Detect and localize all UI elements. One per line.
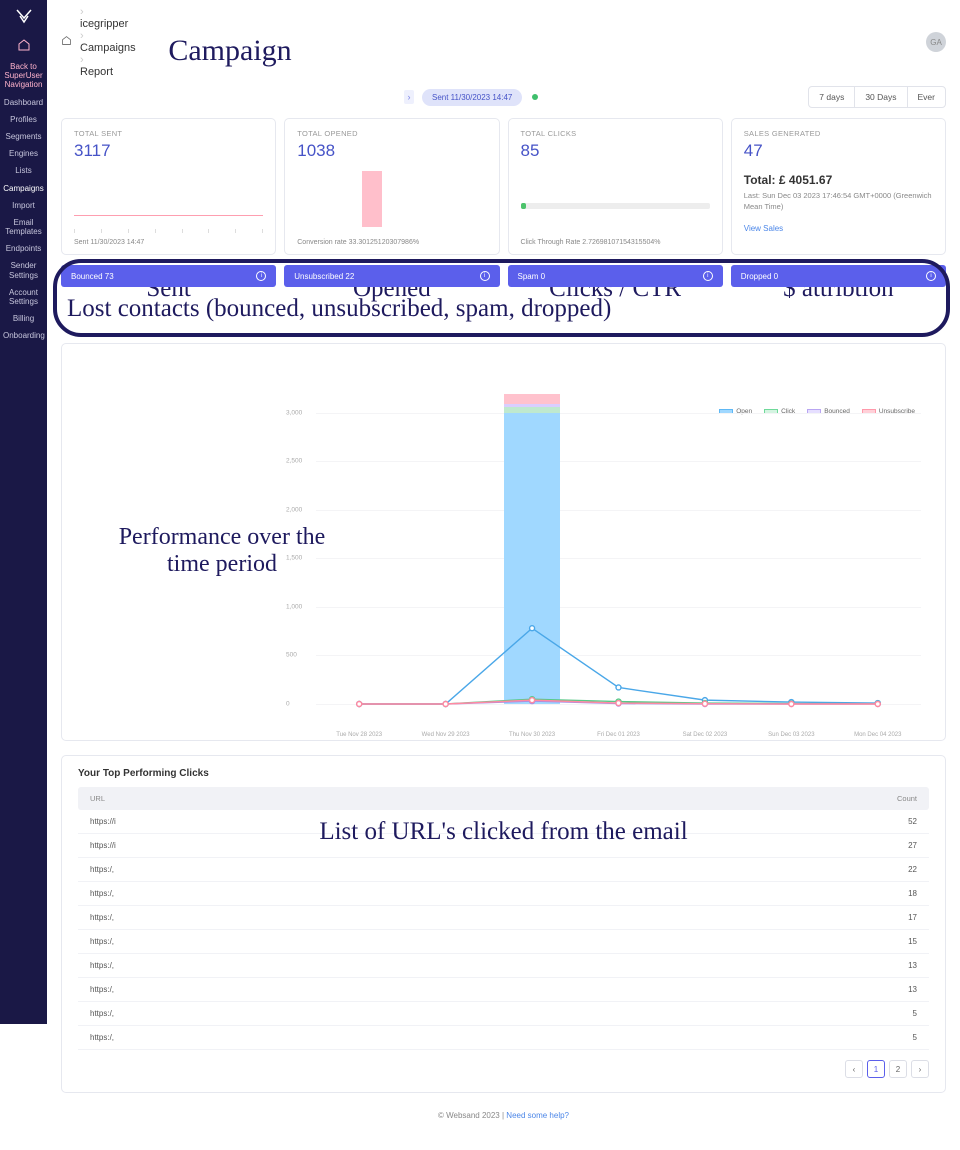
date-range: 7 days30 DaysEver [808,86,946,108]
table-row[interactable]: https://i27 [78,834,929,858]
lost-dropped[interactable]: Dropped 0i [731,265,946,287]
lost-unsubscribed[interactable]: Unsubscribed 22i [284,265,499,287]
card-label: SALES GENERATED [744,129,933,138]
card-label: TOTAL SENT [74,129,263,138]
table-header: URL Count [78,787,929,810]
sales-last: Last: Sun Dec 03 2023 17:46:54 GMT+0000 … [744,191,933,212]
card-sales: SALES GENERATED 47 Total: £ 4051.67 Last… [731,118,946,255]
card-value: 85 [521,141,710,161]
card-value: 47 [744,141,933,161]
card-opened: TOTAL OPENED 1038 Conversion rate 33.301… [284,118,499,255]
card-clicks: TOTAL CLICKS 85 Click Through Rate 2.726… [508,118,723,255]
home-icon[interactable] [17,38,31,52]
card-footer: Click Through Rate 2.72698107154315504% [521,239,710,246]
table-row[interactable]: https:/,13 [78,954,929,978]
pagination: ‹ 1 2 › [78,1060,929,1078]
page-next[interactable]: › [911,1060,929,1078]
table-row[interactable]: https:/,17 [78,906,929,930]
sidebar-item-sender-settings[interactable]: Sender Settings [0,257,47,283]
page-2[interactable]: 2 [889,1060,907,1078]
table-row[interactable]: https:/,5 [78,1026,929,1050]
page-1[interactable]: 1 [867,1060,885,1078]
footer: © Websand 2023 | Need some help? [61,1111,946,1130]
info-icon[interactable]: i [480,271,490,281]
page-prev[interactable]: ‹ [845,1060,863,1078]
lost-bounced[interactable]: Bounced 73i [61,265,276,287]
table-row[interactable]: https:/,22 [78,858,929,882]
view-sales-link[interactable]: View Sales [744,224,783,233]
sidebar-item-onboarding[interactable]: Onboarding [0,327,47,344]
table-row[interactable]: https:/,18 [78,882,929,906]
card-value: 1038 [297,141,486,161]
status-dot-icon [532,94,538,100]
card-label: TOTAL CLICKS [521,129,710,138]
breadcrumb-icegripper[interactable]: icegripper [80,18,136,30]
sidebar-item-account-settings[interactable]: Account Settings [0,284,47,310]
info-icon[interactable]: i [256,271,266,281]
help-link[interactable]: Need some help? [506,1111,569,1120]
sidebar-item-email-templates[interactable]: Email Templates [0,214,47,240]
avatar[interactable]: GA [926,32,946,52]
info-icon[interactable]: i [703,271,713,281]
card-label: TOTAL OPENED [297,129,486,138]
card-footer: Conversion rate 33.30125120307986% [297,239,486,246]
table-row[interactable]: https:/,15 [78,930,929,954]
clicks-title: Your Top Performing Clicks [78,768,929,779]
sidebar-item-profiles[interactable]: Profiles [0,111,47,128]
sidebar-item-lists[interactable]: Lists [0,162,47,179]
card-footer: Sent 11/30/2023 14:47 [74,239,263,246]
sidebar-item-dashboard[interactable]: Dashboard [0,94,47,111]
annotation-lost: Lost contacts (bounced, unsubscribed, sp… [61,293,946,325]
table-row[interactable]: https:/,13 [78,978,929,1002]
sidebar-item-campaigns[interactable]: Campaigns [0,180,47,197]
annotation-campaign: Campaign [70,34,390,68]
performance-chart: Open Click Bounced Unsubscribe Performan… [61,343,946,741]
range-7-days[interactable]: 7 days [809,87,855,107]
sidebar-item-segments[interactable]: Segments [0,128,47,145]
annotation-performance: Performance over the time period [112,524,332,578]
sidebar: Back to SuperUser Navigation DashboardPr… [0,0,47,1024]
table-row[interactable]: https:/,5 [78,1002,929,1026]
sidebar-item-import[interactable]: Import [0,197,47,214]
lost-spam[interactable]: Spam 0i [508,265,723,287]
table-row[interactable]: https://i52 [78,810,929,834]
range-ever[interactable]: Ever [908,87,945,107]
sidebar-item-endpoints[interactable]: Endpoints [0,240,47,257]
top-clicks: Your Top Performing Clicks URL Count htt… [61,755,946,1093]
card-value: 3117 [74,141,263,161]
prev-campaign-button[interactable]: › [404,90,414,104]
main: Campaign › Sent 11/30/2023 14:47 7 days3… [47,82,960,1150]
card-sent: TOTAL SENT 3117 Sent 11/30/2023 14:47 Se… [61,118,276,255]
sidebar-item-billing[interactable]: Billing [0,310,47,327]
sidebar-back[interactable]: Back to SuperUser Navigation [0,58,47,94]
info-icon[interactable]: i [926,271,936,281]
sent-pill: Sent 11/30/2023 14:47 [422,89,522,106]
sales-total: Total: £ 4051.67 [744,173,933,187]
sidebar-item-engines[interactable]: Engines [0,145,47,162]
logo-icon [14,8,34,24]
range-30-days[interactable]: 30 Days [855,87,907,107]
